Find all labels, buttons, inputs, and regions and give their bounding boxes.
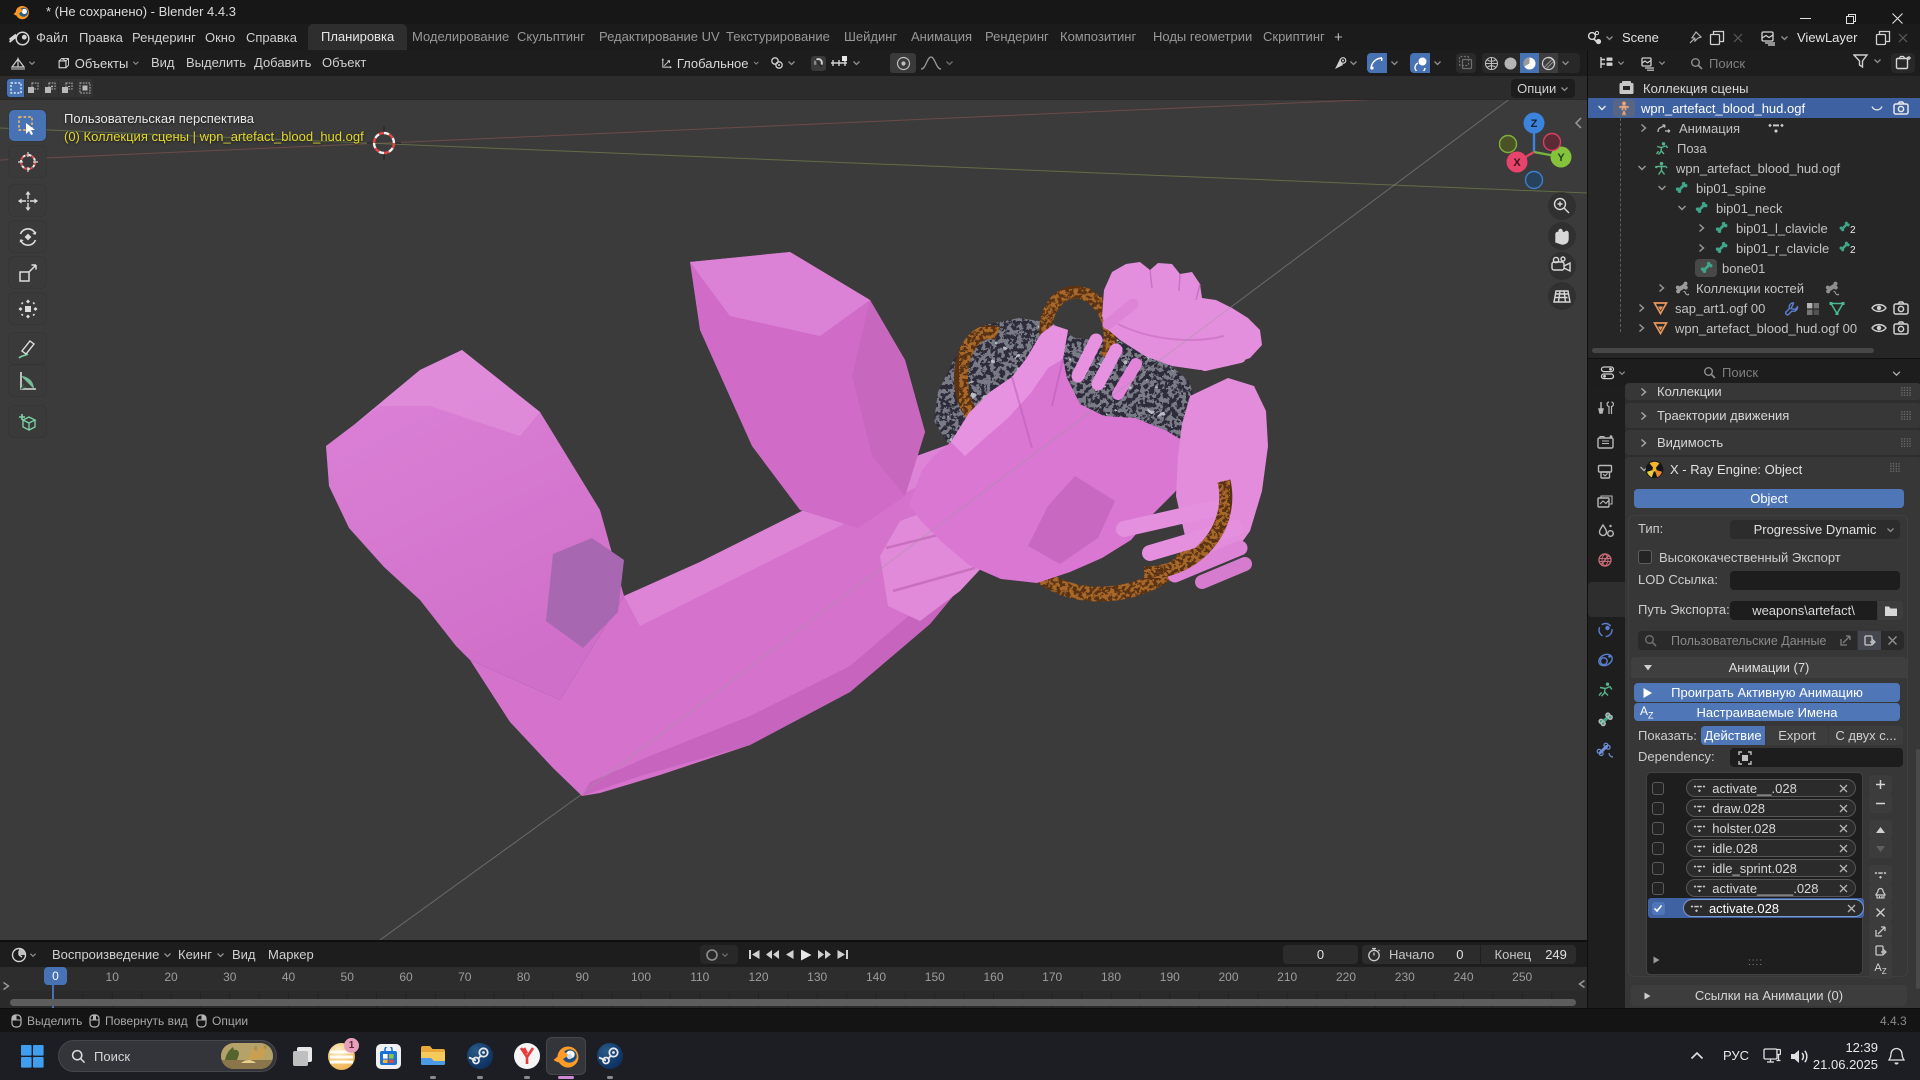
svg-text:70: 70 <box>458 970 472 984</box>
svg-text:X: X <box>1513 157 1521 169</box>
svg-text:40: 40 <box>282 970 296 984</box>
svg-text:110: 110 <box>690 970 709 984</box>
svg-text:190: 190 <box>1160 970 1180 984</box>
svg-text:180: 180 <box>1101 970 1121 984</box>
svg-text:140: 140 <box>866 970 886 984</box>
svg-text:80: 80 <box>517 970 531 984</box>
svg-text:50: 50 <box>341 970 355 984</box>
svg-text:250: 250 <box>1512 970 1532 984</box>
svg-text:Z: Z <box>1531 118 1538 130</box>
svg-text:150: 150 <box>925 970 945 984</box>
svg-text:200: 200 <box>1218 970 1238 984</box>
svg-text:100: 100 <box>631 970 651 984</box>
svg-text:160: 160 <box>983 970 1003 984</box>
svg-text:Y: Y <box>1557 152 1565 164</box>
svg-text:90: 90 <box>576 970 590 984</box>
svg-text:130: 130 <box>807 970 827 984</box>
svg-text:230: 230 <box>1395 970 1415 984</box>
svg-text:20: 20 <box>164 970 178 984</box>
svg-text:210: 210 <box>1277 970 1297 984</box>
svg-text:10: 10 <box>106 970 120 984</box>
svg-text:240: 240 <box>1453 970 1473 984</box>
svg-text:120: 120 <box>748 970 768 984</box>
svg-text:30: 30 <box>223 970 237 984</box>
svg-text:170: 170 <box>1042 970 1062 984</box>
svg-text:60: 60 <box>399 970 413 984</box>
svg-text:220: 220 <box>1336 970 1356 984</box>
